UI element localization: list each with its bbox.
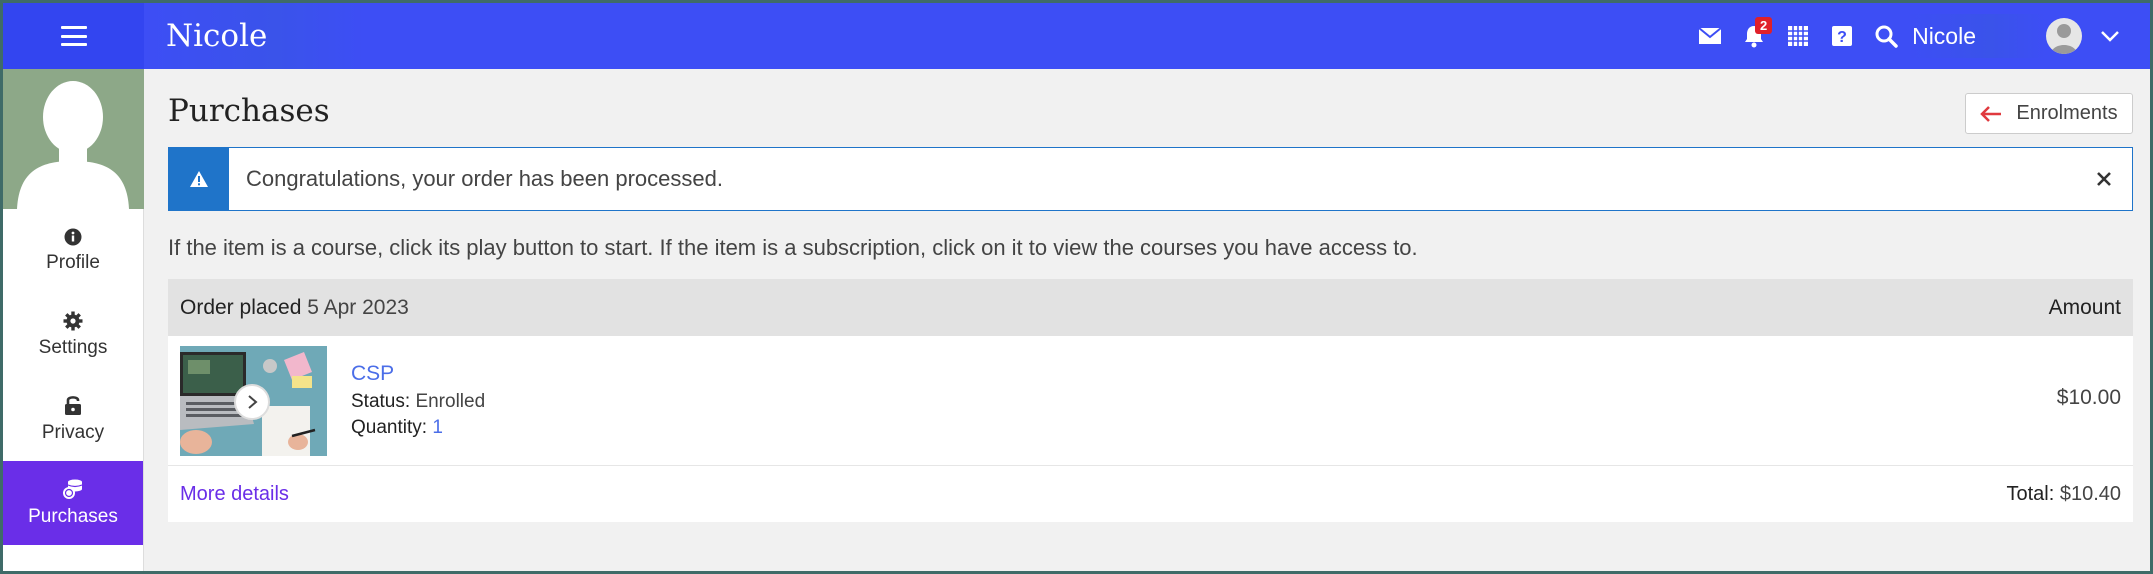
sidebar-item-purchases[interactable]: Purchases bbox=[3, 461, 143, 545]
order-placed-label: Order placed bbox=[180, 295, 302, 319]
sidebar-item-settings[interactable]: Settings bbox=[3, 293, 143, 377]
amount-header: Amount bbox=[2048, 295, 2121, 319]
order-date: 5 Apr 2023 bbox=[307, 295, 409, 319]
order-header: Order placed 5 Apr 2023 Amount bbox=[168, 279, 2133, 336]
sidebar: Profile Settings Privacy Purchases bbox=[3, 69, 144, 571]
instructions-text: If the item is a course, click its play … bbox=[168, 235, 1418, 260]
chevron-down-icon bbox=[2101, 31, 2119, 42]
sidebar-item-label: Privacy bbox=[41, 422, 105, 443]
close-icon bbox=[2097, 172, 2111, 186]
success-alert: Congratulations, your order has been pro… bbox=[168, 147, 2133, 211]
order-total: Total: $10.40 bbox=[2006, 483, 2121, 506]
course-link[interactable]: CSP bbox=[351, 361, 485, 387]
profile-avatar bbox=[3, 69, 144, 209]
notification-badge: 2 bbox=[1755, 17, 1773, 34]
order-placed: Order placed 5 Apr 2023 bbox=[180, 296, 409, 320]
help-icon: ? bbox=[1832, 26, 1853, 46]
sidebar-item-label: Settings bbox=[38, 337, 108, 358]
item-status: Status: Enrolled bbox=[351, 389, 485, 415]
top-actions: 2 ? Nicole bbox=[1688, 3, 2150, 69]
course-thumbnail[interactable] bbox=[180, 345, 327, 456]
user-silhouette-icon bbox=[2051, 24, 2077, 54]
alert-message: Congratulations, your order has been pro… bbox=[246, 166, 723, 191]
coins-icon bbox=[63, 479, 83, 499]
brand-title[interactable]: Nicole bbox=[144, 3, 364, 69]
status-label: Status: bbox=[351, 390, 411, 412]
svg-text:?: ? bbox=[1837, 29, 1847, 46]
quantity-label: Quantity: bbox=[351, 416, 428, 438]
total-value: $10.40 bbox=[2059, 482, 2121, 505]
search-icon bbox=[1875, 25, 1898, 48]
search-button[interactable] bbox=[1864, 14, 1908, 58]
user-silhouette-icon bbox=[17, 81, 129, 209]
alert-icon-box bbox=[169, 148, 229, 210]
menu-icon bbox=[60, 26, 87, 46]
lock-icon bbox=[65, 396, 81, 415]
calendar-button[interactable] bbox=[1776, 14, 1820, 58]
notifications-button[interactable]: 2 bbox=[1732, 14, 1776, 58]
menu-button[interactable] bbox=[3, 3, 144, 69]
order-footer: More details Total: $10.40 bbox=[168, 466, 2133, 522]
page-title: Purchases bbox=[168, 93, 330, 129]
arrow-left-icon bbox=[1980, 105, 2002, 122]
sidebar-item-label: Purchases bbox=[28, 506, 118, 527]
enrolments-button-label: Enrolments bbox=[2016, 102, 2118, 124]
quantity-value: 1 bbox=[432, 416, 443, 438]
alert-close-button[interactable] bbox=[2076, 171, 2132, 187]
total-label: Total: bbox=[2006, 482, 2055, 505]
item-price: $10.00 bbox=[2056, 386, 2121, 409]
item-info: CSP Status: Enrolled Quantity: 1 bbox=[351, 361, 485, 441]
item-quantity: Quantity: 1 bbox=[351, 415, 485, 441]
sidebar-item-profile[interactable]: Profile bbox=[3, 209, 143, 293]
enrolments-button[interactable]: Enrolments bbox=[1965, 93, 2133, 134]
status-value: Enrolled bbox=[415, 390, 486, 412]
calendar-grid-icon bbox=[1788, 26, 1809, 46]
user-name[interactable]: Nicole bbox=[1908, 14, 2046, 58]
top-bar: Nicole 2 ? Nicole bbox=[3, 3, 2150, 69]
warning-icon bbox=[190, 171, 208, 187]
sidebar-item-label: Profile bbox=[46, 252, 100, 273]
info-icon bbox=[64, 228, 82, 246]
chevron-right-icon bbox=[248, 394, 258, 409]
gear-icon bbox=[63, 311, 83, 331]
mail-button[interactable] bbox=[1688, 14, 1732, 58]
mail-icon bbox=[1698, 27, 1722, 44]
avatar[interactable] bbox=[2046, 18, 2082, 54]
sidebar-item-privacy[interactable]: Privacy bbox=[3, 377, 143, 461]
more-details-link[interactable]: More details bbox=[180, 483, 289, 506]
order-item-row: CSP Status: Enrolled Quantity: 1 $10.00 bbox=[168, 336, 2133, 466]
user-menu-toggle[interactable] bbox=[2090, 30, 2130, 42]
app-window: Nicole 2 ? Nicole Profile Settings Priva… bbox=[0, 0, 2153, 574]
help-button[interactable]: ? bbox=[1820, 14, 1864, 58]
play-button[interactable] bbox=[234, 383, 270, 420]
order-card: Order placed 5 Apr 2023 Amount CSP Statu… bbox=[168, 279, 2133, 522]
